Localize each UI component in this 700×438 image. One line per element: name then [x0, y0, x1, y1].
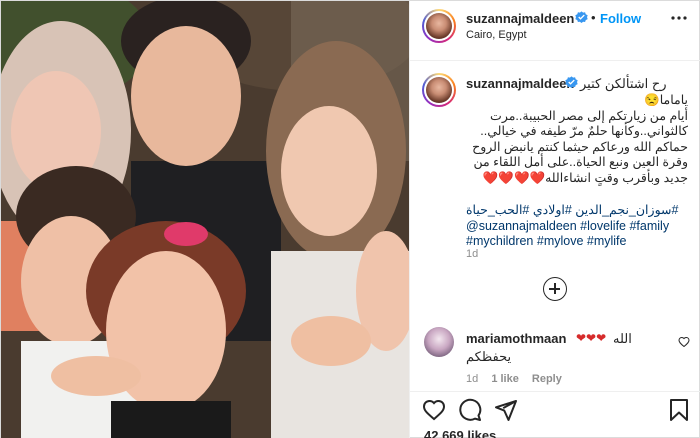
caption-line: وقرة العين ونبع الحياة..على أمل اللقاء م… [473, 155, 688, 169]
action-bar: 42,669 likes [410, 391, 700, 438]
post-header: suzannajmaldeen • Follow Cairo, Egypt [410, 1, 700, 61]
caption-line: حماكم الله ورعاكم حيثما كنتم يانبض الروح [472, 139, 688, 154]
comment-username[interactable]: mariamothmaan [466, 331, 566, 346]
header-username[interactable]: suzannajmaldeen [466, 11, 574, 26]
family-photo-illustration [1, 1, 409, 438]
commenter-avatar[interactable] [424, 327, 454, 357]
comment-hearts: ❤❤❤ [576, 331, 607, 345]
verified-badge-icon [565, 76, 578, 89]
likes-count[interactable]: 42,669 likes [424, 428, 496, 438]
post-location[interactable]: Cairo, Egypt [466, 29, 527, 41]
separator-dot: • [591, 10, 596, 25]
caption-line: ياماما😒 [644, 93, 688, 107]
comments-section: suzannajmaldeen رح اشتألكن كتير ياماما😒 … [410, 61, 700, 391]
follow-button[interactable]: Follow [600, 11, 641, 26]
caption-hashtags: #سوزان_نجم_الدين #اولادي #الحب_حياة @suz… [466, 203, 696, 250]
caption-avatar[interactable] [422, 73, 456, 107]
post-side-panel: suzannajmaldeen • Follow Cairo, Egypt su… [409, 1, 700, 438]
add-circle-icon[interactable] [543, 277, 567, 301]
comment-icon[interactable] [458, 398, 482, 422]
hashtag-line[interactable]: #سوزان_نجم_الدين #اولادي #الحب_حياة [466, 203, 696, 219]
comment-meta: 1d 1 like Reply [466, 373, 572, 385]
hashtag-line[interactable]: #mychildren #mylove #mylife [466, 234, 696, 250]
comment-text-line1: الله [613, 331, 632, 346]
comment-like-icon[interactable] [678, 336, 690, 347]
hashtag-line[interactable]: @suzannajmaldeen #lovelife #family [466, 219, 696, 235]
post-photo[interactable] [1, 1, 409, 438]
heart-icon[interactable] [422, 398, 446, 422]
caption-first-line: رح اشتألكن كتير [580, 76, 667, 91]
instagram-post: suzannajmaldeen • Follow Cairo, Egypt su… [0, 0, 700, 438]
more-options-icon[interactable] [670, 15, 688, 21]
comment-text-line2: يحفظكم [466, 349, 512, 364]
caption-username[interactable]: suzannajmaldeen [466, 76, 574, 91]
caption-timestamp[interactable]: 1d [466, 248, 478, 260]
profile-avatar[interactable] [422, 9, 456, 43]
verified-badge-icon [575, 11, 588, 24]
reply-button[interactable]: Reply [532, 373, 562, 385]
comment-likes-count[interactable]: 1 like [491, 373, 519, 385]
share-icon[interactable] [494, 398, 518, 422]
caption-text: ياماما😒 أيام من زيارتكم إلى مصر الحبيبة.… [466, 93, 688, 186]
caption-line: جديد وبأقرب وقتٍ انشاءالله❤️❤️❤️❤️ [482, 170, 688, 185]
bookmark-icon[interactable] [668, 398, 690, 422]
caption-line: أيام من زيارتكم إلى مصر الحبيبة..مرت [490, 108, 688, 123]
caption-line: كالثواني..وكأنها حلمٌ مرّ طيفه في خيالي.… [480, 124, 688, 138]
comment-time: 1d [466, 373, 479, 385]
